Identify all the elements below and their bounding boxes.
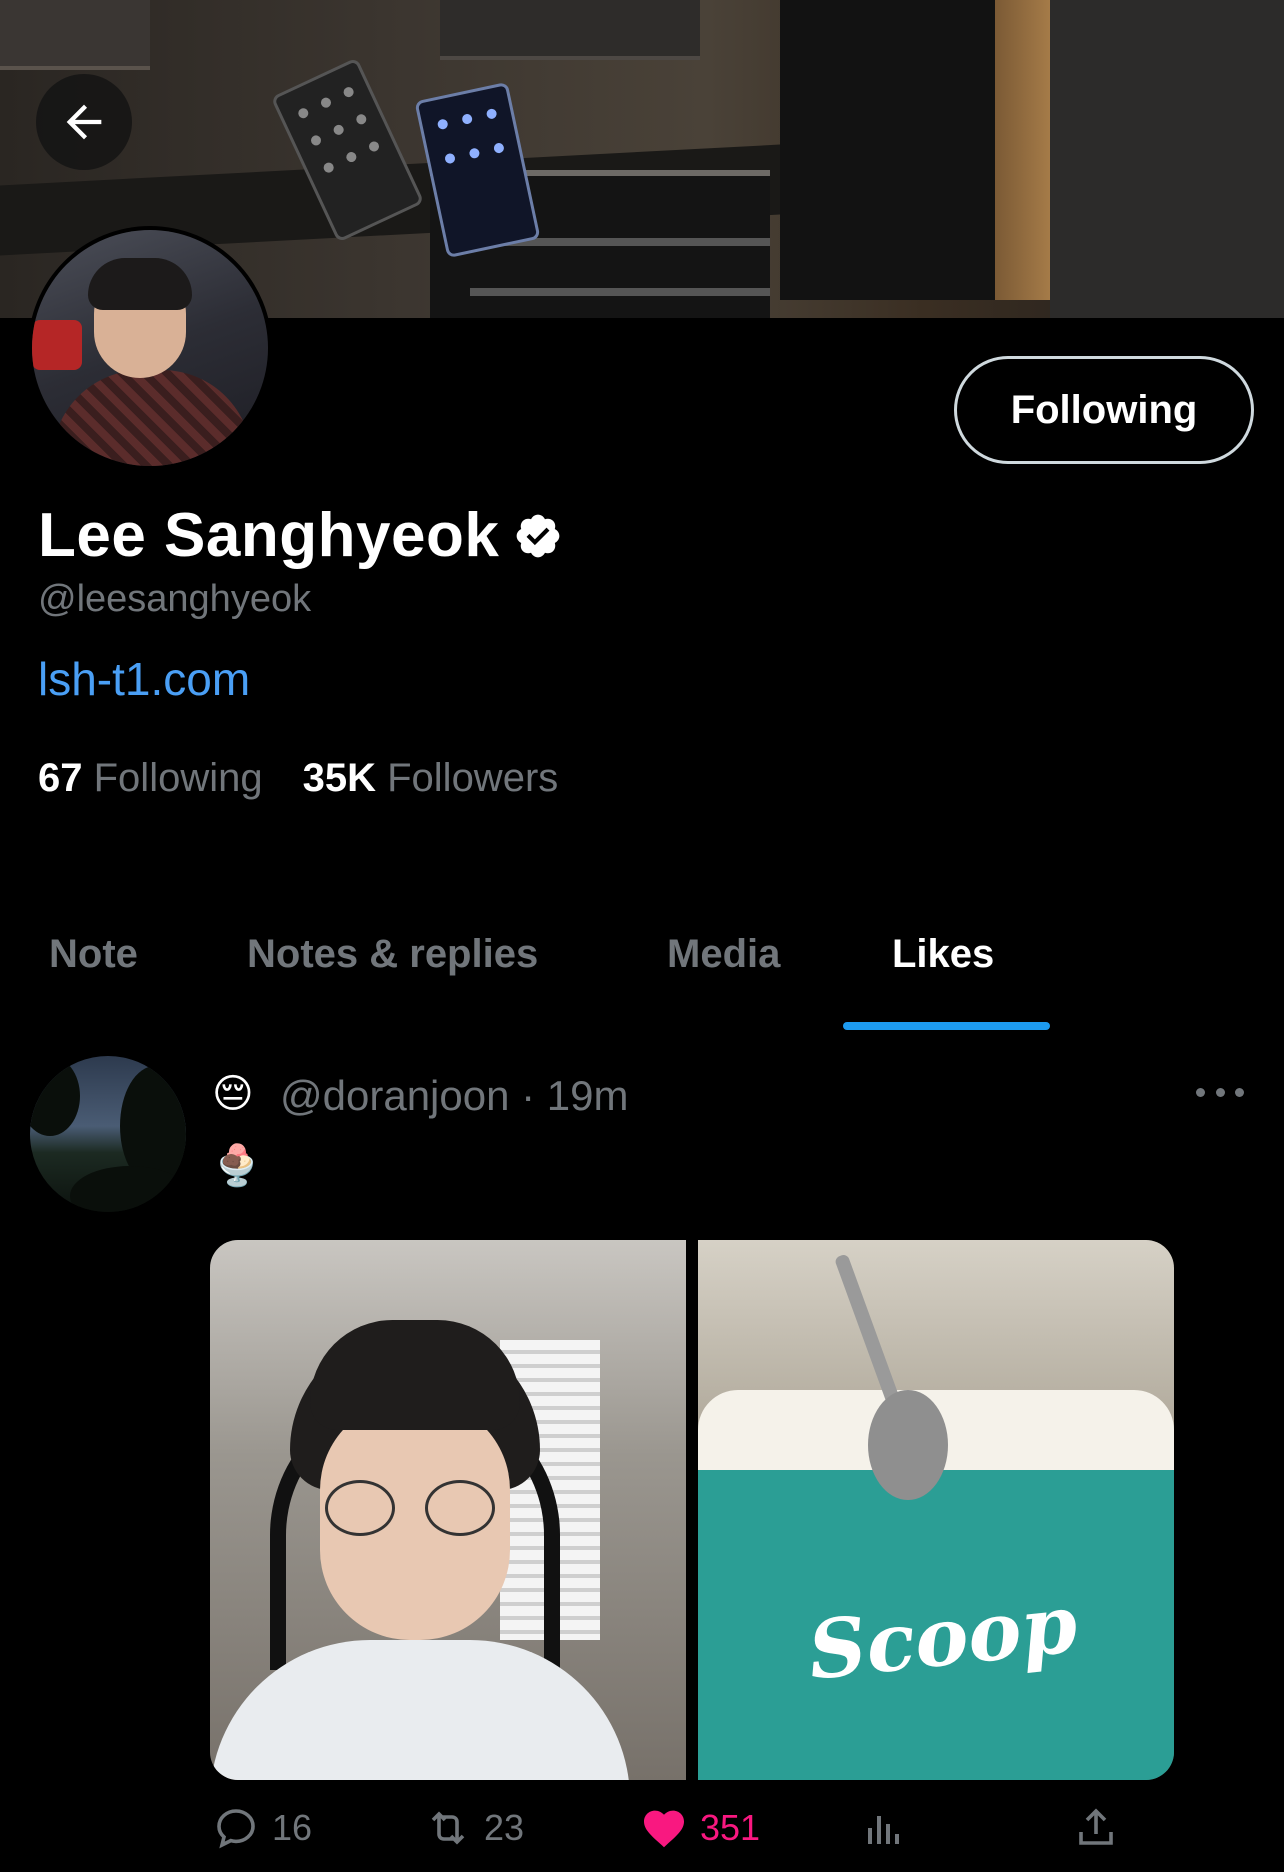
- arrow-left-icon: [66, 104, 102, 140]
- post-actions: 16 23 351: [210, 1804, 1210, 1858]
- reply-icon: [217, 1809, 255, 1849]
- following-label: Following: [93, 756, 263, 800]
- author-emoji: 😔: [212, 1072, 254, 1116]
- tab-notes-replies[interactable]: Notes & replies: [247, 932, 538, 977]
- profile-tabs: Note Notes & replies Media Likes: [0, 920, 1284, 1032]
- post-media-image-1[interactable]: [210, 1240, 686, 1780]
- profile-handle: @leesanghyeok: [38, 578, 312, 620]
- profile-website-link[interactable]: lsh-t1.com: [38, 652, 250, 706]
- post-handle-time[interactable]: @doranjoon · 19m: [280, 1072, 629, 1120]
- reply-button[interactable]: 16: [212, 1804, 312, 1852]
- profile-display-name: Lee Sanghyeok: [38, 500, 563, 571]
- like-count: 351: [700, 1807, 761, 1848]
- followers-stat[interactable]: 35K Followers: [303, 756, 559, 801]
- profile-screen: Following Lee Sanghyeok @leesanghyeok ls…: [0, 0, 1284, 1872]
- repost-icon: [431, 1811, 465, 1845]
- tab-note[interactable]: Note: [49, 932, 138, 977]
- followers-label: Followers: [387, 756, 559, 800]
- reply-count: 16: [272, 1807, 313, 1848]
- back-button[interactable]: [36, 74, 132, 170]
- repost-button[interactable]: 23: [424, 1804, 524, 1852]
- following-stat[interactable]: 67 Following: [38, 756, 263, 801]
- bar-chart-icon: [868, 1816, 899, 1844]
- tab-likes[interactable]: Likes: [892, 932, 994, 977]
- share-button[interactable]: [1072, 1804, 1120, 1852]
- display-name-text: Lee Sanghyeok: [38, 501, 500, 570]
- like-button[interactable]: 351: [640, 1804, 760, 1852]
- verified-badge-icon: [516, 514, 560, 557]
- followers-count: 35K: [302, 756, 376, 800]
- active-tab-indicator: [843, 1022, 1050, 1030]
- views-button[interactable]: [860, 1804, 908, 1852]
- post-body-emoji: 🍨: [212, 1144, 262, 1188]
- repost-count: 23: [484, 1807, 525, 1848]
- profile-stats: 67 Following 35K Followers: [38, 756, 558, 801]
- following-count: 67: [38, 756, 83, 800]
- post-author-avatar[interactable]: [30, 1056, 186, 1212]
- more-options-icon[interactable]: [1196, 1080, 1244, 1104]
- heart-filled-icon: [644, 1810, 684, 1848]
- following-button[interactable]: Following: [954, 356, 1254, 464]
- tab-media[interactable]: Media: [667, 932, 780, 977]
- profile-avatar[interactable]: [28, 226, 272, 470]
- post-media-image-2[interactable]: Scoop: [698, 1240, 1174, 1780]
- share-icon: [1079, 1808, 1113, 1845]
